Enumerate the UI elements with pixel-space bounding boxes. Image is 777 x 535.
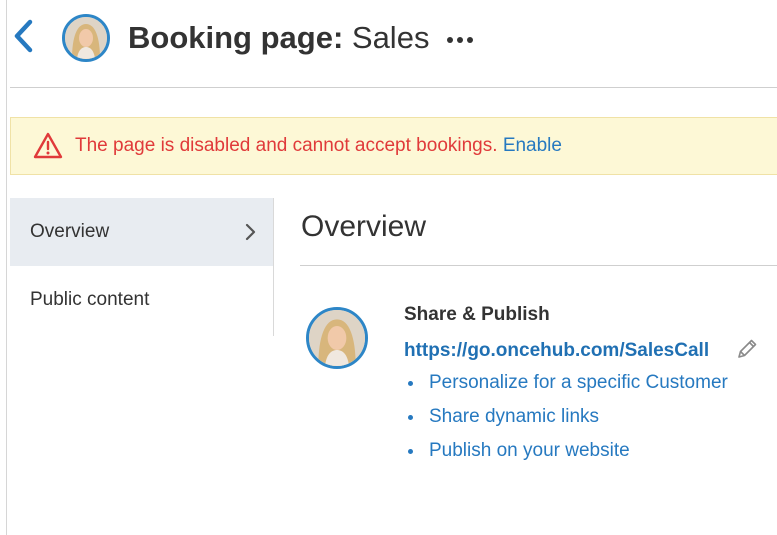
section-title: Overview xyxy=(301,210,427,243)
bullet-icon xyxy=(408,415,413,420)
warning-triangle-icon xyxy=(33,132,63,160)
sidebar-item-label: Overview xyxy=(30,221,110,242)
page-title-prefix: Booking page: xyxy=(128,20,344,55)
share-dynamic-links-link[interactable]: Share dynamic links xyxy=(429,406,599,427)
chevron-right-icon xyxy=(245,223,256,241)
sidebar-nav: Overview Public content xyxy=(10,198,274,336)
list-item: Publish on your website xyxy=(404,438,728,472)
page-header: Booking page: Sales xyxy=(0,0,777,80)
disabled-alert-banner: The page is disabled and cannot accept b… xyxy=(10,117,777,175)
booking-page-url-link[interactable]: https://go.oncehub.com/SalesCall xyxy=(404,339,709,363)
chevron-left-icon xyxy=(14,19,33,53)
avatar xyxy=(62,14,110,62)
person-photo-icon xyxy=(65,17,107,59)
list-item: Share dynamic links xyxy=(404,404,728,438)
personalize-link[interactable]: Personalize for a specific Customer xyxy=(429,372,728,393)
list-item: Personalize for a specific Customer xyxy=(404,370,728,404)
sidebar-item-overview[interactable]: Overview xyxy=(10,198,273,266)
bullet-icon xyxy=(408,449,413,454)
alert-message: The page is disabled and cannot accept b… xyxy=(75,135,498,156)
enable-link[interactable]: Enable xyxy=(503,135,562,156)
header-divider xyxy=(10,87,777,88)
share-links-list: Personalize for a specific Customer Shar… xyxy=(404,370,728,472)
back-button[interactable] xyxy=(10,16,38,56)
alert-text: The page is disabled and cannot accept b… xyxy=(75,135,562,157)
window-left-border xyxy=(6,0,7,535)
sidebar-item-public-content[interactable]: Public content xyxy=(10,266,273,334)
sidebar-item-label: Public content xyxy=(30,289,150,310)
person-photo-icon xyxy=(309,310,365,366)
section-divider xyxy=(300,265,777,266)
bullet-icon xyxy=(408,381,413,386)
more-options-button[interactable] xyxy=(443,22,479,52)
avatar xyxy=(306,307,368,369)
publish-website-link[interactable]: Publish on your website xyxy=(429,440,630,461)
page-title-name: Sales xyxy=(343,20,430,55)
more-horizontal-icon xyxy=(447,37,473,43)
page-title: Booking page: Sales xyxy=(128,18,429,58)
pencil-icon[interactable] xyxy=(735,337,759,361)
share-publish-heading: Share & Publish xyxy=(404,304,550,325)
